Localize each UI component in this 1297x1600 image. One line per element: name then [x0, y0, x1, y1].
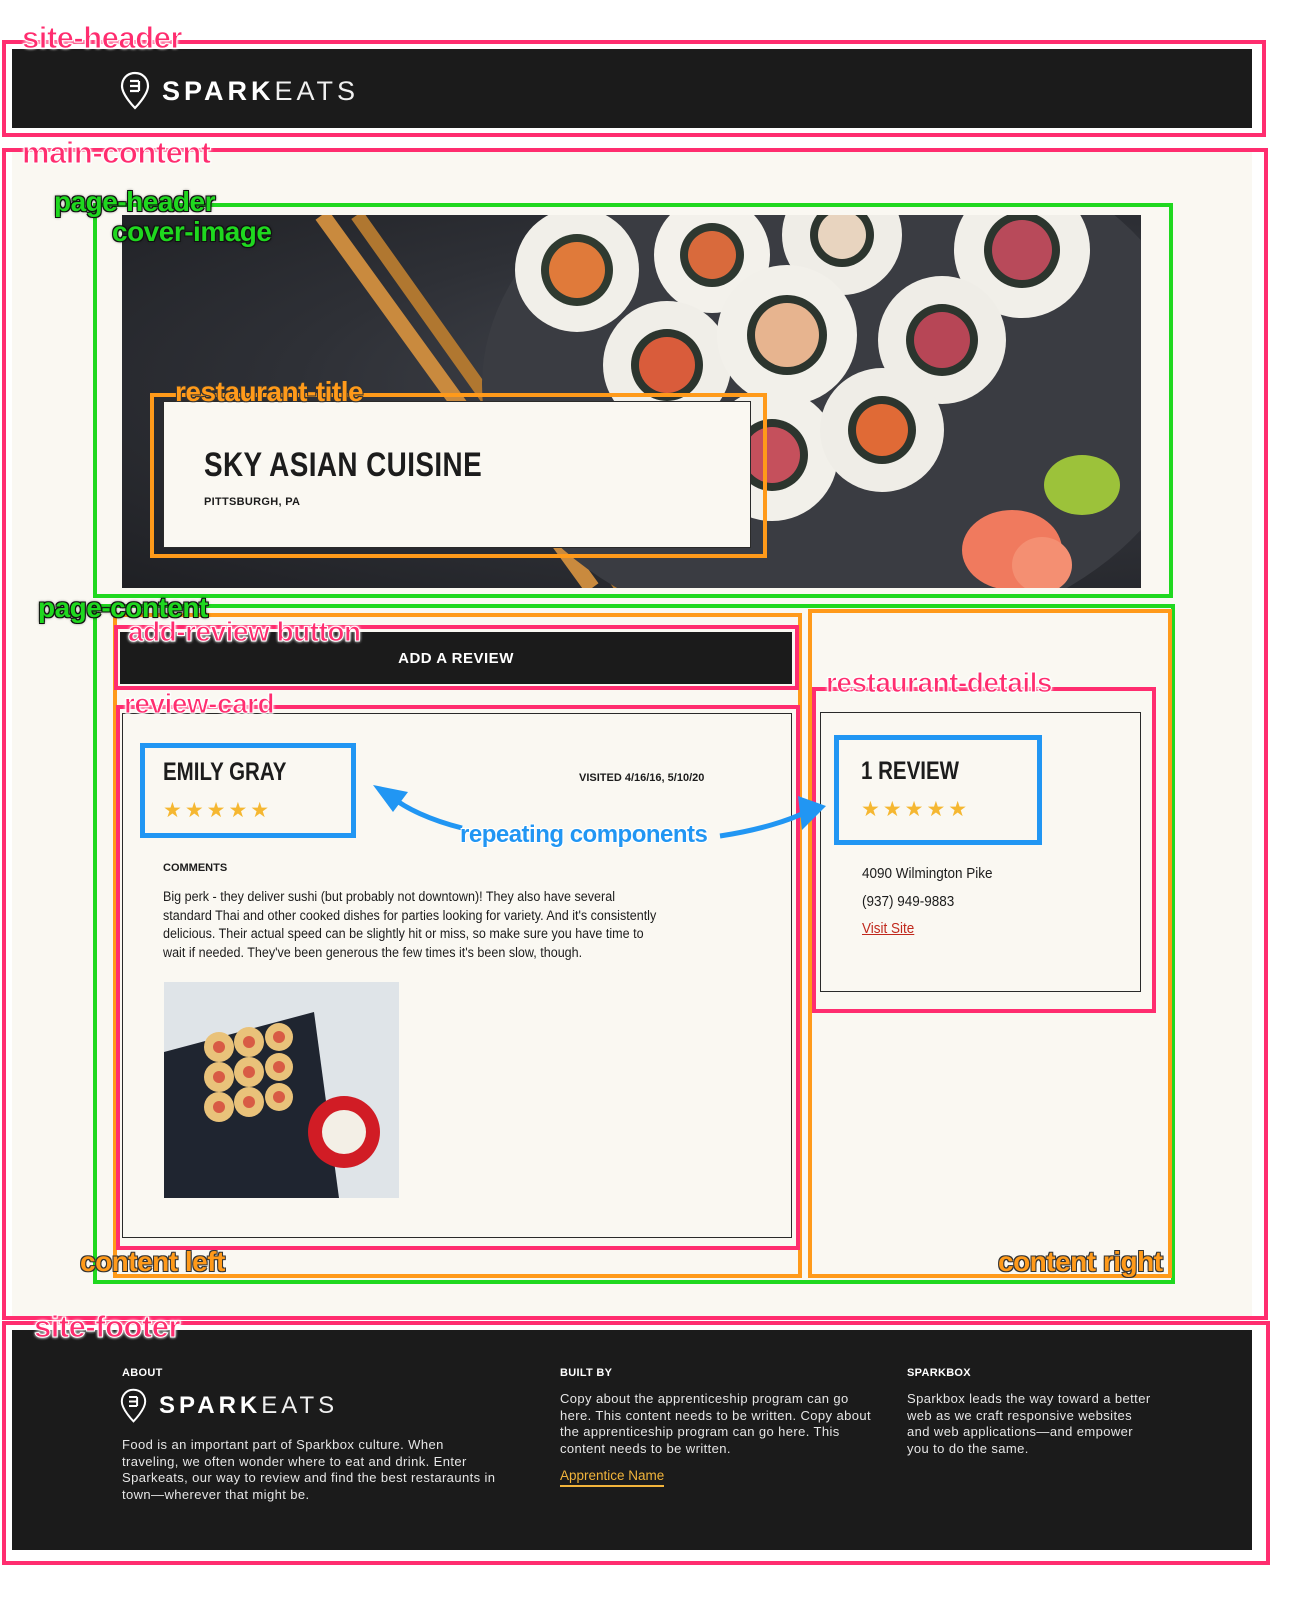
label-restaurant-details: restaurant-details — [826, 667, 1053, 698]
label-main-content: main-content — [22, 135, 212, 170]
label-add-review: add-review button — [128, 616, 362, 647]
label-restaurant-title: restaurant-title — [175, 376, 364, 407]
label-site-header: site-header — [22, 20, 183, 55]
label-page-header: page-header — [54, 186, 216, 217]
label-content-left: content left — [80, 1246, 225, 1277]
label-cover-image: cover-image — [112, 216, 272, 247]
site-footer-outline — [2, 1321, 1270, 1565]
label-review-card: review-card — [123, 688, 275, 719]
restaurant-title-outline — [150, 393, 767, 558]
label-site-footer: site-footer — [33, 1309, 181, 1344]
label-content-right: content right — [998, 1246, 1163, 1277]
site-header-outline — [2, 40, 1266, 137]
review-count-repeat-outline — [834, 735, 1042, 845]
label-repeating-components: repeating components — [460, 821, 708, 848]
review-author-repeat-outline — [140, 743, 356, 838]
